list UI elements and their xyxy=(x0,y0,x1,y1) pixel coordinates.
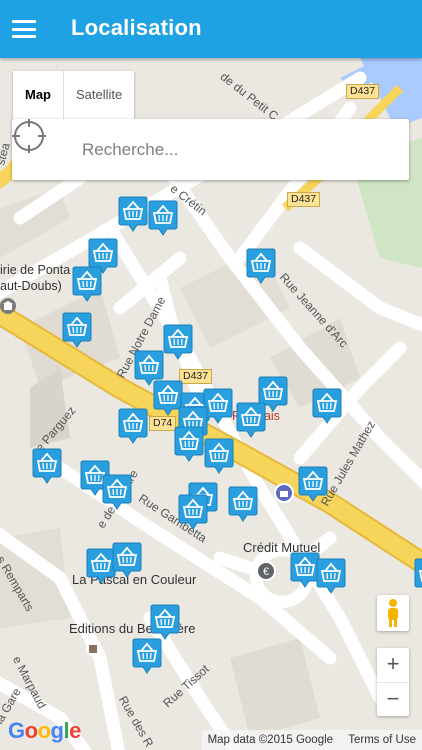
svg-text:€: € xyxy=(263,566,269,578)
shopping-basket-marker-icon[interactable] xyxy=(414,558,422,594)
shopping-basket-marker-icon[interactable] xyxy=(32,448,62,484)
terms-of-use-link[interactable]: Terms of Use xyxy=(348,734,416,746)
map-type-map-button[interactable]: Map xyxy=(13,71,64,119)
road-shield-d74: D74 xyxy=(149,416,177,431)
map-type-toggle: Map Satellite xyxy=(13,71,135,119)
poi-dot-icon xyxy=(86,642,100,656)
map-attribution: Map data ©2015 Google Terms of Use xyxy=(201,730,422,750)
shopping-basket-marker-icon[interactable] xyxy=(163,324,193,360)
shopping-basket-marker-icon[interactable] xyxy=(62,312,92,348)
shopping-basket-marker-icon[interactable] xyxy=(298,466,328,502)
road-shield-d437: D437 xyxy=(179,369,213,384)
shopping-basket-marker-icon[interactable] xyxy=(236,402,266,438)
shopping-basket-marker-icon[interactable] xyxy=(204,438,234,474)
road-shield-d437: D437 xyxy=(287,192,321,207)
map-data-text: Map data ©2015 Google xyxy=(207,734,334,746)
shopping-basket-marker-icon[interactable] xyxy=(112,542,142,578)
google-logo: Google xyxy=(8,718,81,743)
shopping-basket-marker-icon[interactable] xyxy=(228,486,258,522)
road-shield-d437: D437 xyxy=(346,84,380,99)
crosshair-locate-icon[interactable] xyxy=(12,119,46,153)
app-bar: Localisation xyxy=(0,0,422,58)
shopping-basket-marker-icon[interactable] xyxy=(174,426,204,462)
shopping-basket-marker-icon[interactable] xyxy=(312,388,342,424)
shopping-bag-icon xyxy=(274,483,294,503)
shopping-basket-marker-icon[interactable] xyxy=(72,266,102,302)
place-label-mairie: aut-Doubs) xyxy=(0,279,62,293)
shopping-basket-marker-icon[interactable] xyxy=(118,408,148,444)
town-hall-icon xyxy=(0,298,16,314)
shopping-basket-marker-icon[interactable] xyxy=(150,604,180,640)
zoom-in-button[interactable]: + xyxy=(377,648,409,683)
search-bar xyxy=(12,119,409,180)
zoom-out-button[interactable]: − xyxy=(377,683,409,717)
street-view-pegman-icon xyxy=(388,599,398,627)
euro-bank-icon: € xyxy=(256,561,276,581)
hamburger-menu-icon[interactable] xyxy=(12,20,36,38)
shopping-basket-marker-icon[interactable] xyxy=(102,474,132,510)
place-label-mairie: irie de Ponta xyxy=(0,263,71,277)
shopping-basket-marker-icon[interactable] xyxy=(132,638,162,674)
shopping-basket-marker-icon[interactable] xyxy=(118,196,148,232)
street-view-pegman-button[interactable] xyxy=(377,595,409,631)
zoom-controls: + − xyxy=(377,648,409,716)
shopping-basket-marker-icon[interactable] xyxy=(148,200,178,236)
shopping-basket-marker-icon[interactable] xyxy=(178,494,208,530)
search-input[interactable] xyxy=(80,137,384,163)
page-title: Localisation xyxy=(71,15,202,40)
map-view[interactable]: Map Satellite de du Petit C D437 D437 D4… xyxy=(0,58,422,750)
map-type-satellite-button[interactable]: Satellite xyxy=(64,71,134,119)
shopping-basket-marker-icon[interactable] xyxy=(246,248,276,284)
shopping-basket-marker-icon[interactable] xyxy=(316,558,346,594)
